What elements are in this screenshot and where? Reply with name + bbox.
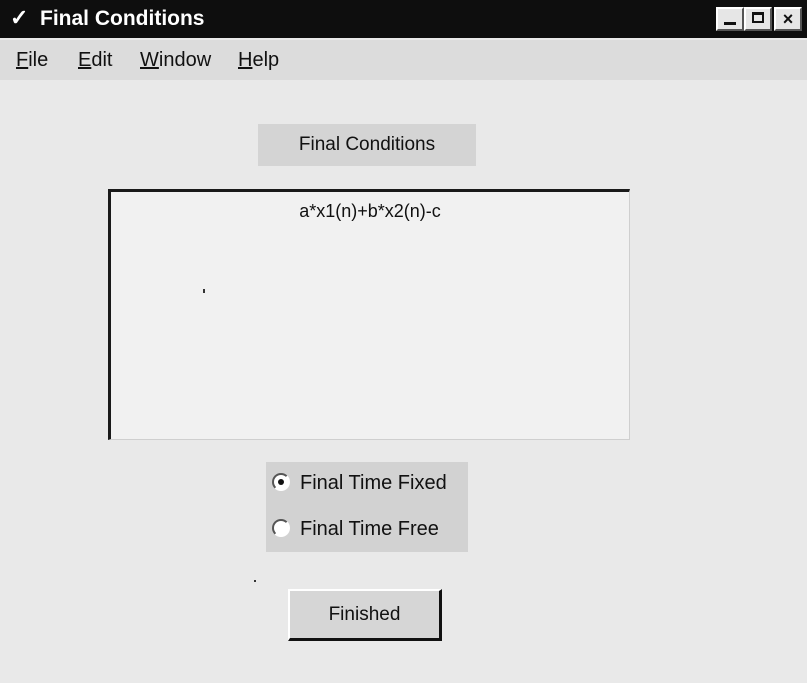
title-bar[interactable]: ✓ Final Conditions × (0, 0, 807, 38)
text-cursor (203, 289, 205, 293)
menu-file[interactable]: File (16, 48, 48, 72)
radio-final-time-free[interactable]: Final Time Free (266, 510, 468, 550)
radio-selected-dot (278, 479, 284, 485)
finished-button[interactable]: Finished (288, 589, 442, 641)
stray-dot (254, 580, 256, 582)
maximize-icon (752, 12, 764, 23)
close-icon: × (782, 9, 794, 29)
final-conditions-window: ✓ Final Conditions × File Edit Window He… (0, 0, 807, 683)
conditions-text-box[interactable]: a*x1(n)+b*x2(n)-c (108, 189, 630, 440)
maximize-button[interactable] (744, 7, 772, 31)
menu-edit[interactable]: Edit (78, 48, 112, 72)
final-time-radio-group: Final Time Fixed Final Time Free (266, 462, 468, 552)
radio-label-fixed: Final Time Fixed (300, 472, 447, 494)
window-title: Final Conditions (40, 7, 205, 30)
condition-expression: a*x1(n)+b*x2(n)-c (299, 201, 441, 221)
radio-label-free: Final Time Free (300, 518, 439, 540)
radio-final-time-fixed[interactable]: Final Time Fixed (266, 464, 468, 504)
minimize-icon (724, 22, 736, 25)
minimize-button[interactable] (716, 7, 744, 31)
final-conditions-heading: Final Conditions (258, 124, 476, 166)
close-button[interactable]: × (774, 7, 802, 31)
menu-help[interactable]: Help (238, 48, 279, 72)
check-icon: ✓ (10, 5, 29, 30)
menu-bar: File Edit Window Help (0, 40, 807, 80)
radio-button-unselected[interactable] (272, 519, 290, 537)
menu-window[interactable]: Window (140, 48, 211, 72)
radio-button-selected[interactable] (272, 473, 290, 491)
